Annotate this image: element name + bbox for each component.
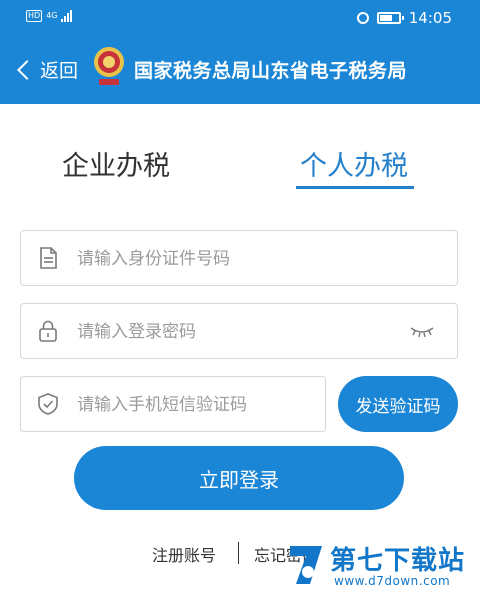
login-button[interactable]: 立即登录	[74, 446, 404, 510]
tab-personal[interactable]: 个人办税	[300, 144, 408, 183]
status-left: HD 4G	[26, 10, 73, 22]
alarm-icon	[356, 12, 369, 24]
back-button[interactable]: 返回	[17, 56, 79, 83]
link-divider	[238, 542, 239, 564]
active-tab-indicator	[296, 186, 414, 189]
password-input[interactable]	[75, 314, 399, 350]
tab-enterprise[interactable]: 企业办税	[62, 144, 170, 183]
register-link[interactable]: 注册账号	[152, 542, 216, 566]
battery-icon	[376, 12, 404, 24]
send-code-button[interactable]: 发送验证码	[338, 376, 458, 432]
watermark-logo-icon	[290, 546, 322, 584]
nav-bar: 返回 国家税务总局山东省电子税务局	[0, 36, 480, 104]
watermark: 第七下载站 www.d7down.com	[286, 536, 480, 596]
sms-code-field[interactable]	[20, 376, 326, 432]
signal-icon	[61, 10, 73, 22]
tax-emblem-icon	[94, 47, 124, 85]
password-field[interactable]	[20, 303, 458, 359]
login-tabs: 企业办税 个人办税	[0, 140, 480, 196]
status-bar: HD 4G 14:05	[0, 0, 480, 36]
watermark-brand: 第七下载站	[330, 546, 466, 576]
eye-closed-icon[interactable]	[409, 322, 435, 340]
page-title: 国家税务总局山东省电子税务局	[134, 60, 408, 82]
id-number-field[interactable]	[20, 230, 458, 286]
status-time: 14:05	[408, 9, 452, 27]
sms-code-input[interactable]	[75, 387, 319, 423]
hd-badge: HD	[26, 10, 43, 22]
document-icon	[40, 247, 57, 269]
network-type: 4G	[46, 11, 58, 20]
status-right: 14:05	[356, 9, 452, 27]
watermark-url: www.d7down.com	[334, 574, 451, 588]
lock-icon	[39, 320, 57, 342]
shield-check-icon	[38, 393, 58, 415]
back-label: 返回	[40, 60, 79, 82]
chevron-left-icon	[17, 59, 37, 80]
id-number-input[interactable]	[75, 241, 449, 277]
